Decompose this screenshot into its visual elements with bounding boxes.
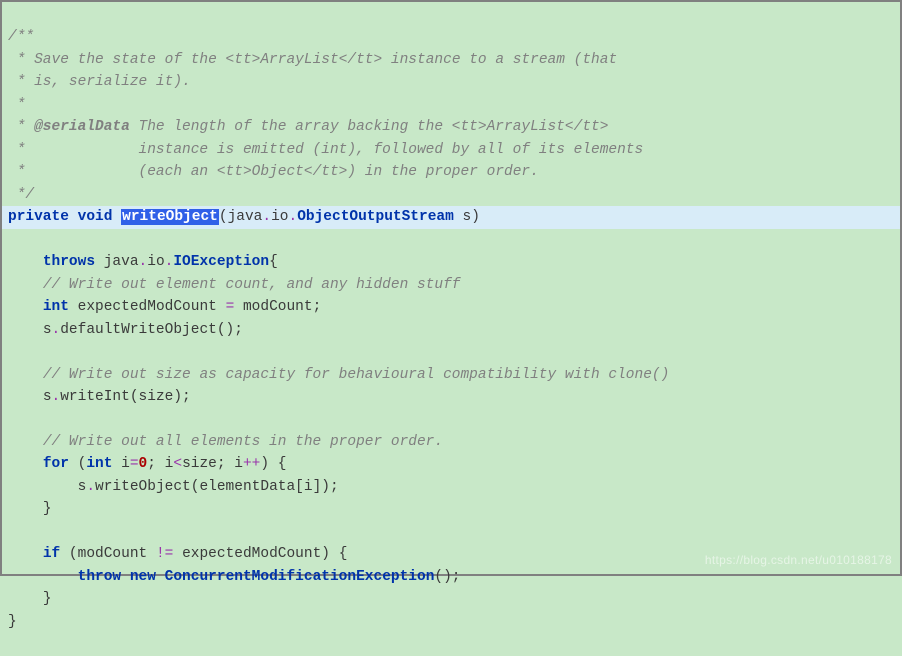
comment-line: // Write out all elements in the proper … bbox=[43, 434, 443, 450]
javadoc-line: /** bbox=[8, 29, 34, 45]
comment-line: // Write out size as capacity for behavi… bbox=[43, 367, 670, 383]
code-block: /** * Save the state of the <tt>ArrayLis… bbox=[0, 0, 902, 576]
javadoc-line: * instance is emitted (int), followed by… bbox=[8, 142, 643, 158]
comment-line: // Write out element count, and any hidd… bbox=[43, 277, 461, 293]
javadoc-line: * @serialData The length of the array ba… bbox=[8, 119, 608, 135]
watermark: https://blog.csdn.net/u010188178 bbox=[705, 551, 892, 570]
javadoc-line: * is, serialize it). bbox=[8, 74, 191, 90]
javadoc-line: * bbox=[8, 97, 25, 113]
javadoc-line: */ bbox=[8, 187, 34, 203]
method-name-highlight: writeObject bbox=[121, 209, 219, 225]
javadoc-line: * (each an <tt>Object</tt>) in the prope… bbox=[8, 164, 539, 180]
throws-keyword: throws bbox=[43, 254, 95, 270]
javadoc-line: * Save the state of the <tt>ArrayList</t… bbox=[8, 52, 617, 68]
method-signature: private void writeObject(java.io.ObjectO… bbox=[2, 206, 900, 228]
